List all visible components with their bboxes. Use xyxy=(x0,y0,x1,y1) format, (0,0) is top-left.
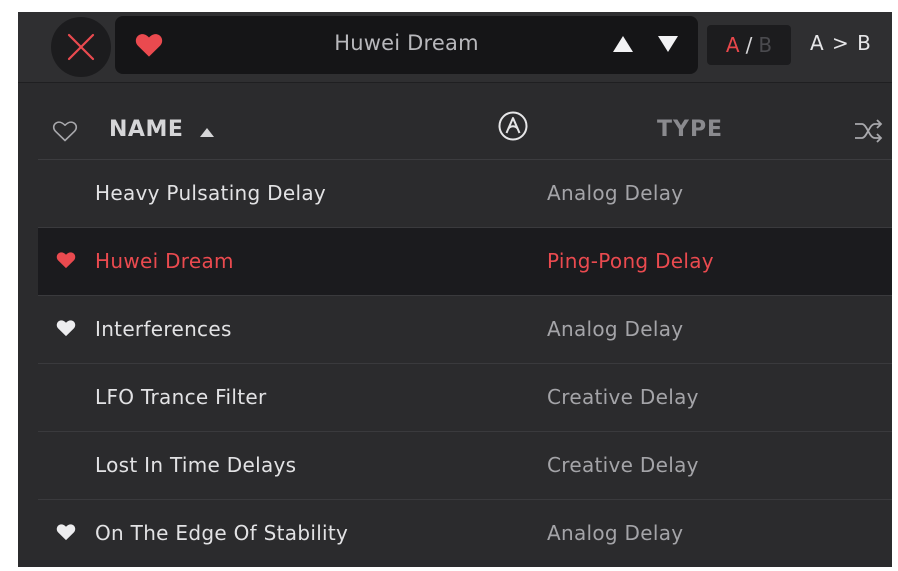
preset-name: LFO Trance Filter xyxy=(95,385,267,409)
preset-row[interactable]: Lost In Time Delays Creative Delay xyxy=(38,432,892,500)
preset-name: Huwei Dream xyxy=(95,249,234,273)
preset-browser: Huwei Dream A / B A > B NAME TYPE Heavy … xyxy=(18,12,892,567)
arturia-logo-icon[interactable] xyxy=(497,110,529,142)
favorite-heart-icon[interactable] xyxy=(56,319,76,337)
preset-toolbar: Huwei Dream A / B A > B xyxy=(18,12,892,83)
ab-separator: / xyxy=(745,33,753,57)
name-column-header[interactable]: NAME xyxy=(109,117,183,142)
preset-row[interactable]: Heavy Pulsating Delay Analog Delay xyxy=(38,160,892,228)
shuffle-icon[interactable] xyxy=(853,116,885,146)
preset-type: Ping-Pong Delay xyxy=(547,249,714,273)
current-preset-name: Huwei Dream xyxy=(334,31,479,55)
close-button[interactable] xyxy=(51,17,111,77)
current-preset-field[interactable]: Huwei Dream xyxy=(115,16,698,74)
preset-row[interactable]: On The Edge Of Stability Analog Delay xyxy=(38,500,892,567)
preset-row[interactable]: Interferences Analog Delay xyxy=(38,296,892,364)
ab-b-label[interactable]: B xyxy=(758,33,772,57)
favorite-heart-icon[interactable] xyxy=(56,523,76,541)
favorite-heart-icon[interactable] xyxy=(56,251,76,269)
preset-list: Heavy Pulsating Delay Analog Delay Huwei… xyxy=(38,160,892,567)
preset-type: Analog Delay xyxy=(547,181,684,205)
preset-type: Analog Delay xyxy=(547,317,684,341)
ab-toggle[interactable]: A / B xyxy=(707,25,791,65)
previous-preset-icon[interactable] xyxy=(612,34,634,54)
preset-name: Heavy Pulsating Delay xyxy=(95,181,327,205)
next-preset-icon[interactable] xyxy=(657,34,679,54)
preset-type: Analog Delay xyxy=(547,521,684,545)
preset-row-selected[interactable]: Huwei Dream Ping-Pong Delay xyxy=(38,228,892,296)
preset-type: Creative Delay xyxy=(547,385,699,409)
preset-name: On The Edge Of Stability xyxy=(95,521,349,545)
preset-name: Lost In Time Delays xyxy=(95,453,297,477)
favorites-column-heart-icon[interactable] xyxy=(52,120,78,142)
sort-ascending-icon[interactable] xyxy=(200,128,214,137)
preset-name: Interferences xyxy=(95,317,232,341)
type-column-header[interactable]: TYPE xyxy=(657,117,723,142)
preset-row[interactable]: LFO Trance Filter Creative Delay xyxy=(38,364,892,432)
column-header: NAME TYPE xyxy=(38,98,892,160)
copy-a-to-b-button[interactable]: A > B xyxy=(810,31,872,55)
close-icon xyxy=(67,33,95,61)
ab-a-label[interactable]: A xyxy=(726,33,740,57)
preset-type: Creative Delay xyxy=(547,453,699,477)
